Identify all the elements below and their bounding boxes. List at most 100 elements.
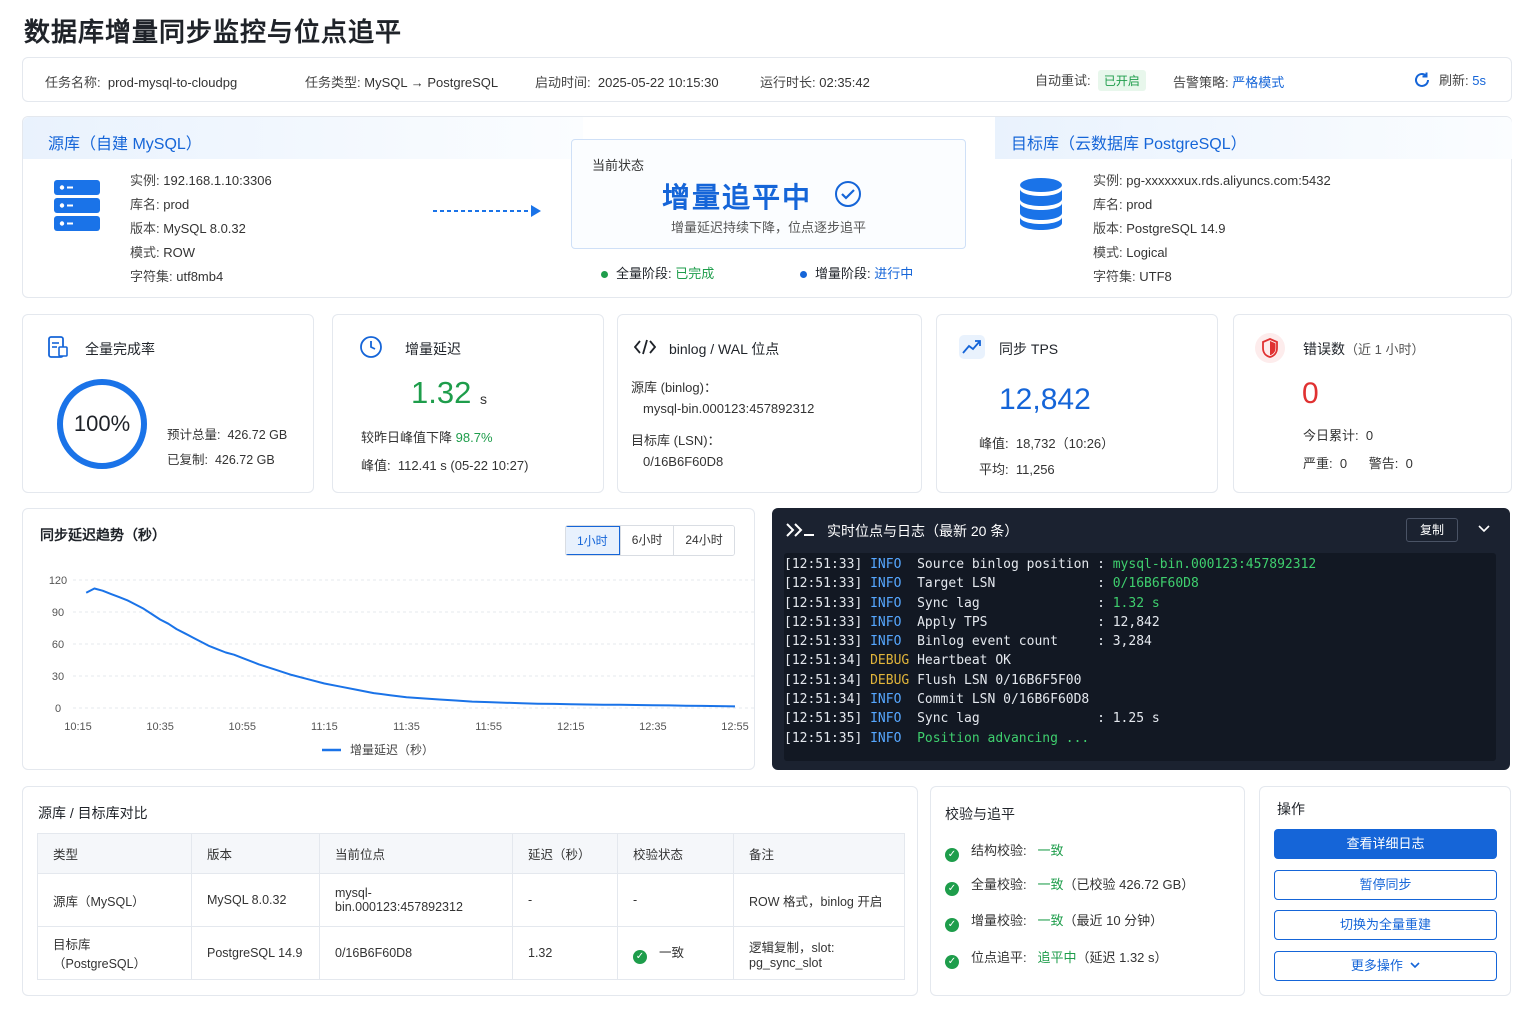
range-24h-tab[interactable]: 24小时 <box>673 526 734 555</box>
completion-percent: 100% <box>73 411 131 436</box>
col-check-status: 校验状态 <box>617 833 734 874</box>
range-6h-tab[interactable]: 6小时 <box>619 526 674 555</box>
error-count-card: 错误数（近 1 小时） 0 今日累计: 0 严重: 0 警告: 0 <box>1233 314 1512 493</box>
trend-up-icon <box>959 335 985 359</box>
col-lag: 延迟（秒） <box>512 833 618 874</box>
log-title: 实时位点与日志（最新 20 条） <box>827 523 1019 539</box>
copy-log-button[interactable]: 复制 <box>1406 518 1458 542</box>
log-line: [12:51:34] DEBUG Heartbeat OK <box>784 653 1011 669</box>
chevron-down-icon[interactable] <box>1478 525 1490 533</box>
run-time: 运行时长: 02:35:42 <box>760 75 870 90</box>
tps-average: 平均: 11,256 <box>979 462 1055 477</box>
check-circle-icon: ✓ <box>633 950 647 964</box>
document-progress-icon <box>48 336 68 358</box>
chart-title: 同步延迟趋势（秒） <box>40 527 166 543</box>
col-version: 版本 <box>191 833 320 874</box>
check-circle-icon: ✓ <box>945 882 959 896</box>
x-tick-label: 10:15 <box>64 721 92 733</box>
compare-table: 类型 版本 当前位点 延迟（秒） 校验状态 备注 源库（MySQL） MySQL… <box>37 833 905 980</box>
lag-peak: 峰值: 112.41 s (05-22 10:27) <box>361 458 529 473</box>
verify-structure: ✓ 结构校验: 一致 <box>945 840 1063 862</box>
cell-lag: - <box>512 873 618 927</box>
x-tick-label: 11:55 <box>475 721 502 733</box>
log-line: [12:51:33] INFO Target LSN : 0/16B6F60D8 <box>784 576 1199 592</box>
cell-position: mysql-bin.000123:457892312 <box>319 873 513 927</box>
lag-unit: s <box>480 391 487 407</box>
table-row: 源库（MySQL） MySQL 8.0.32 mysql-bin.000123:… <box>37 873 905 927</box>
table-row: 目标库（PostgreSQL） PostgreSQL 14.9 0/16B6F6… <box>37 926 905 980</box>
switch-full-rebuild-button[interactable]: 切换为全量重建 <box>1274 910 1497 940</box>
terminal-icon <box>786 523 814 537</box>
cell-note: ROW 格式，binlog 开启 <box>733 873 905 927</box>
check-circle-icon: ✓ <box>945 918 959 932</box>
legend-label: 增量延迟（秒） <box>350 743 434 757</box>
task-name: 任务名称: prod-mysql-to-cloudpg <box>45 75 238 90</box>
log-line: [12:51:33] INFO Apply TPS : 12,842 <box>784 614 1160 630</box>
start-time: 启动时间: 2025-05-22 10:15:30 <box>535 75 719 90</box>
lag-compare: 较昨日峰值下降 98.7% <box>361 430 493 445</box>
y-tick-label: 60 <box>52 639 64 651</box>
sync-overview-panel: 源库（自建 MySQL） 实例: 192.168.1.10:3306 库名: p… <box>22 116 1512 298</box>
log-header: 实时位点与日志（最新 20 条） 复制 <box>772 508 1510 548</box>
copied-amount: 已复制: 426.72 GB <box>167 453 275 467</box>
col-type: 类型 <box>37 833 192 874</box>
task-info-bar: 任务名称: prod-mysql-to-cloudpg 任务类型: MySQL … <box>22 57 1512 102</box>
x-tick-label: 12:55 <box>721 721 749 733</box>
more-actions-button[interactable]: 更多操作 <box>1274 951 1497 981</box>
tps-value: 12,842 <box>999 383 1091 416</box>
x-tick-label: 10:35 <box>146 721 174 733</box>
range-1h-tab[interactable]: 1小时 <box>566 526 620 555</box>
check-circle-icon: ✓ <box>945 848 959 862</box>
log-line: [12:51:33] INFO Binlog event count : 3,2… <box>784 634 1152 650</box>
task-type: 任务类型: MySQL → PostgreSQL <box>305 75 499 90</box>
source-details: 实例: 192.168.1.10:3306 库名: prod 版本: MySQL… <box>130 173 272 284</box>
full-stage-dot <box>601 271 608 279</box>
incr-stage-dot <box>800 271 807 279</box>
compare-table-card: 源库 / 目标库对比 类型 版本 当前位点 延迟（秒） 校验状态 备注 源库（M… <box>22 786 918 996</box>
cell-note: 逻辑复制，slot: pg_sync_slot <box>733 926 905 980</box>
verify-card: 校验与追平 ✓ 结构校验: 一致 ✓ 全量校验: 一致（已校验 426.72 GB）… <box>930 786 1245 996</box>
error-breakdown: 严重: 0 警告: 0 <box>1303 456 1413 471</box>
shield-icon <box>1255 333 1285 363</box>
refresh-icon[interactable] <box>1413 71 1431 89</box>
y-tick-label: 90 <box>52 607 64 619</box>
cell-type: 源库（MySQL） <box>37 873 192 927</box>
check-circle-icon <box>835 181 861 207</box>
refresh-control[interactable]: 刷新: 5s <box>1413 70 1486 89</box>
cell-position: 0/16B6F60D8 <box>319 926 513 980</box>
position-card: binlog / WAL 位点 源库 (binlog)： mysql-bin.0… <box>617 314 922 493</box>
cell-type: 目标库（PostgreSQL） <box>37 926 192 980</box>
sync-tps-card: 同步 TPS 12,842 峰值: 18,732（10:26） 平均: 11,2… <box>936 314 1218 493</box>
source-position-label: 源库 (binlog)： <box>631 380 717 395</box>
time-range-selector[interactable]: 1小时 6小时 24小时 <box>565 525 735 556</box>
auto-retry: 自动重试: 已开启 <box>1035 70 1146 91</box>
cell-version: MySQL 8.0.32 <box>191 873 320 927</box>
pause-sync-button[interactable]: 暂停同步 <box>1274 870 1497 900</box>
verify-incremental: ✓ 增量校验: 一致（最近 10 分钟） <box>945 910 1163 932</box>
full-completion-card: 全量完成率 100% 预计总量: 426.72 GB 已复制: 426.72 G… <box>22 314 314 493</box>
check-circle-icon: ✓ <box>945 955 959 969</box>
verify-position: ✓ 位点追平: 追平中（延迟 1.32 s） <box>945 947 1168 969</box>
log-line: [12:51:33] INFO Source binlog position :… <box>784 557 1317 572</box>
target-details: 实例: pg-xxxxxxux.rds.aliyuncs.com:5432 库名… <box>1093 173 1331 284</box>
tps-peak: 峰值: 18,732（10:26） <box>979 436 1115 451</box>
log-line: [12:51:34] DEBUG Flush LSN 0/16B6F5F00 <box>784 672 1082 688</box>
auto-retry-badge: 已开启 <box>1097 70 1146 91</box>
sync-direction-arrow-icon <box>433 205 541 217</box>
alert-policy-link[interactable]: 严格模式 <box>1232 75 1284 90</box>
alert-policy: 告警策略: 严格模式 <box>1173 75 1285 90</box>
table-header-row: 类型 版本 当前位点 延迟（秒） 校验状态 备注 <box>37 833 905 874</box>
x-tick-label: 12:35 <box>639 721 667 733</box>
log-line: [12:51:33] INFO Sync lag : 1.32 s <box>784 595 1160 611</box>
target-header: 目标库（云数据库 PostgreSQL） <box>995 117 1512 159</box>
view-detail-log-button[interactable]: 查看详细日志 <box>1274 829 1497 859</box>
target-position-label: 目标库 (LSN)： <box>631 433 721 448</box>
error-value: 0 <box>1302 377 1319 410</box>
lag-value: 1.32 <box>411 375 472 410</box>
realtime-log-panel: 实时位点与日志（最新 20 条） 复制 [12:51:33] INFO Sour… <box>772 508 1510 770</box>
lag-trend-chart-card: 同步延迟趋势（秒） 1小时 6小时 24小时 120 90 60 30 0 10:15 10… <box>22 508 756 770</box>
log-line: [12:51:34] INFO Commit LSN 0/16B6F60D8 <box>784 692 1090 708</box>
x-tick-label: 11:15 <box>311 721 338 733</box>
error-title: 错误数（近 1 小时） <box>1303 341 1425 357</box>
y-tick-label: 0 <box>55 703 61 715</box>
